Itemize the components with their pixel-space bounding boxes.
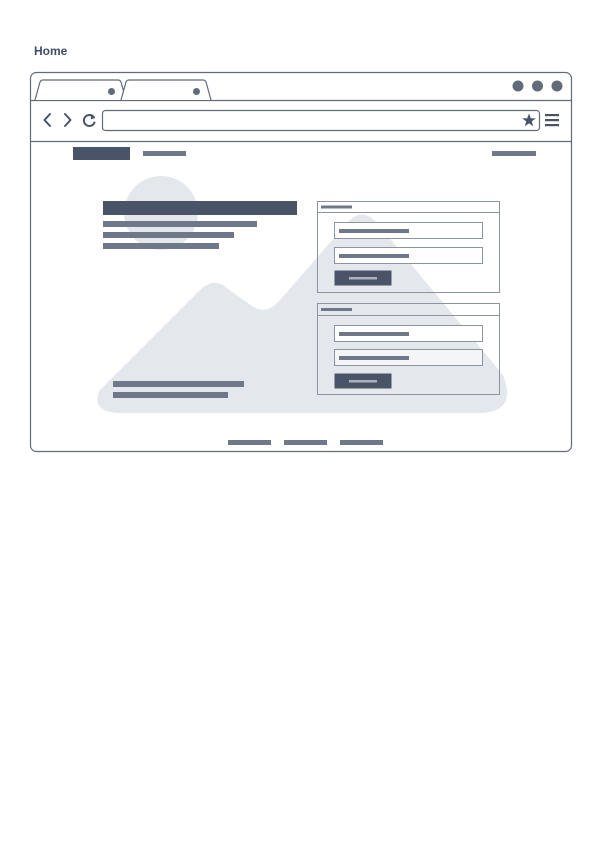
footer-link-placeholder[interactable]	[340, 440, 383, 445]
tab-inactive[interactable]	[120, 79, 212, 101]
window-controls	[512, 80, 563, 92]
body-text-line	[113, 392, 228, 398]
dot-icon[interactable]	[193, 88, 200, 95]
form-panel	[317, 201, 500, 293]
address-bar[interactable]	[101, 109, 541, 132]
hero-text-line	[103, 232, 234, 238]
submit-button-placeholder[interactable]	[334, 270, 392, 286]
dot-icon[interactable]	[108, 88, 115, 95]
form-field[interactable]	[334, 349, 483, 366]
nav-logo-placeholder[interactable]	[73, 147, 130, 160]
browser-wireframe	[29, 71, 573, 453]
hamburger-menu-icon[interactable]	[545, 114, 559, 127]
footer-link-placeholder[interactable]	[284, 440, 327, 445]
hero-text-line	[103, 221, 257, 227]
nav-link-placeholder-right[interactable]	[492, 151, 536, 156]
body-text-line	[113, 381, 244, 387]
form-title-placeholder	[321, 308, 352, 311]
submit-button-placeholder[interactable]	[334, 373, 392, 389]
hero-heading-placeholder	[103, 201, 297, 215]
circle-icon[interactable]	[551, 80, 563, 92]
tab-active[interactable]	[34, 79, 127, 101]
page: Home	[0, 0, 596, 842]
form-title-placeholder	[321, 205, 352, 209]
form-field[interactable]	[334, 247, 483, 264]
nav-link-placeholder[interactable]	[143, 151, 186, 156]
hero-text-line	[103, 243, 219, 249]
footer-link-placeholder[interactable]	[228, 440, 271, 445]
form-field[interactable]	[334, 325, 483, 342]
form-panel	[317, 303, 500, 395]
circle-icon[interactable]	[532, 80, 543, 92]
circle-icon[interactable]	[512, 80, 524, 92]
form-field[interactable]	[334, 222, 483, 239]
